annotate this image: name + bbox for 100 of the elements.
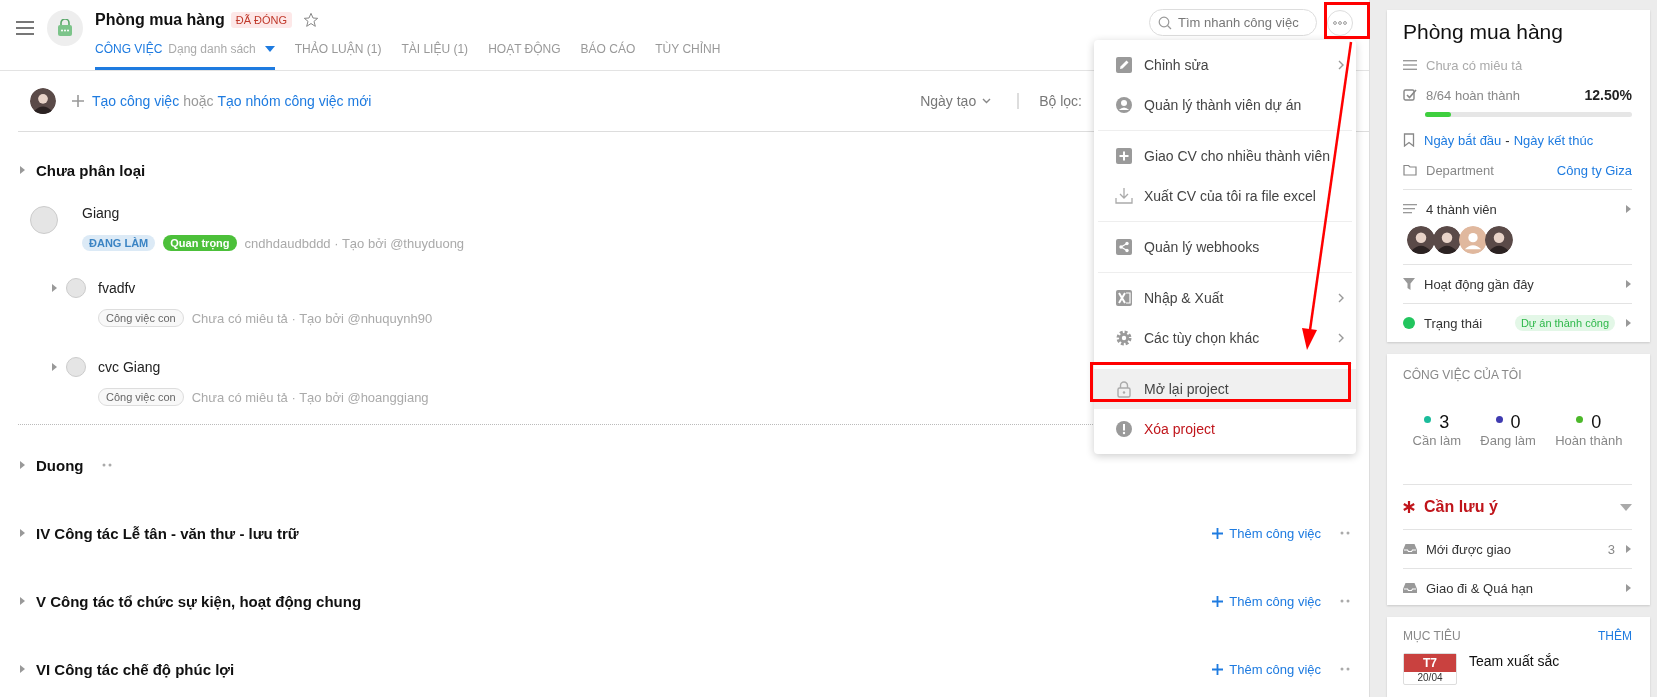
expand-icon[interactable] <box>1624 279 1632 289</box>
add-task-button[interactable]: Thêm công việc <box>1212 661 1321 677</box>
checkbox-icon <box>1403 88 1417 102</box>
add-task-button[interactable]: Thêm công việc <box>1212 525 1321 541</box>
warning-icon <box>1115 420 1133 438</box>
end-date-link[interactable]: Ngày kết thúc <box>1513 132 1594 148</box>
add-icon <box>1115 147 1133 165</box>
task-tag: Công việc con <box>98 388 184 406</box>
list-icon <box>1403 59 1417 71</box>
stat-label: Hoàn thành <box>1555 433 1623 448</box>
stat-count: 3 <box>1439 412 1450 433</box>
avatar-icon <box>1433 226 1461 254</box>
attention-title: Cần lưu ý <box>1424 498 1498 516</box>
calendar-badge: T7 20/04 <box>1403 653 1457 685</box>
expand-icon[interactable] <box>18 596 26 606</box>
goal-title[interactable]: Team xuất sắc <box>1469 653 1560 669</box>
tab[interactable]: CÔNG VIỆC Dạng danh sách <box>95 40 275 70</box>
user-icon <box>1115 96 1133 114</box>
department-link[interactable]: Công ty Giza <box>1556 162 1632 178</box>
more-icon[interactable] <box>1339 667 1351 671</box>
project-title: Phòng mua hàng <box>1403 20 1564 44</box>
chevron-down-icon <box>982 98 992 104</box>
avatar-icon <box>1485 226 1513 254</box>
task-meta: Chưa có miêu tả · Tạo bởi @hoanggiang <box>191 389 429 405</box>
search-field[interactable]: Tìm nhanh công việc <box>1149 9 1317 36</box>
expand-icon[interactable] <box>18 165 26 175</box>
progress-label: 8/64 hoàn thành <box>1426 87 1520 103</box>
sort-dropdown[interactable]: Ngày tạo <box>920 93 992 109</box>
task-filter-label[interactable]: Giao đi & Quá hạn <box>1426 580 1533 596</box>
group-title: VI Công tác chế độ phúc lợi <box>36 660 235 678</box>
task-filter-label[interactable]: Mới được giao <box>1426 541 1511 557</box>
plus-icon <box>1212 595 1224 607</box>
filter-label: Bộ lọc: <box>1039 93 1082 109</box>
recent-activity-label[interactable]: Hoạt động gần đây <box>1424 276 1534 292</box>
plus-icon <box>1212 527 1224 539</box>
task-checkbox[interactable] <box>30 206 58 234</box>
expand-icon[interactable] <box>18 528 26 538</box>
task-checkbox[interactable] <box>66 278 86 298</box>
task-title[interactable]: Giang <box>82 205 120 221</box>
lock-icon <box>1115 380 1133 398</box>
expand-icon[interactable] <box>50 362 58 372</box>
menu-item[interactable]: Giao CV cho nhiều thành viên <box>1094 136 1356 176</box>
group-title: Chưa phân loại <box>36 161 146 179</box>
task-tag: Quan trọng <box>163 235 237 251</box>
filter-icon <box>1403 278 1415 290</box>
avatar-icon <box>1407 226 1435 254</box>
section-title: CÔNG VIỆC CỦA TÔI <box>1403 368 1523 382</box>
chevron-right-icon <box>1336 293 1344 303</box>
more-icon[interactable] <box>1339 599 1351 603</box>
list-icon <box>1403 204 1417 214</box>
section-title: MỤC TIÊU <box>1403 629 1461 643</box>
menu-item[interactable]: Xuất CV của tôi ra file excel <box>1094 176 1356 216</box>
expand-icon[interactable] <box>18 664 26 674</box>
add-goal-link[interactable]: THÊM <box>1598 629 1632 643</box>
status-badge: Dự án thành công <box>1514 315 1615 331</box>
progress-percent: 12.50% <box>1584 87 1632 103</box>
bookmark-icon <box>1403 133 1415 147</box>
menu-item[interactable]: Chỉnh sửa <box>1094 45 1356 85</box>
expand-icon[interactable] <box>1624 318 1632 328</box>
chevron-right-icon <box>1336 333 1344 343</box>
task-meta: cndhdaudbddd · Tạo bởi @thuyduong <box>244 235 465 251</box>
members-label: 4 thành viên <box>1426 201 1497 217</box>
description-text: Chưa có miêu tả <box>1426 57 1523 73</box>
expand-icon[interactable] <box>1624 544 1632 554</box>
task-tag: Công việc con <box>98 309 184 327</box>
group-title: V Công tác tổ chức sự kiện, hoạt động chung <box>36 592 362 610</box>
collapse-icon[interactable] <box>1620 503 1632 511</box>
create-group-link[interactable]: Tạo nhóm công việc mới <box>217 93 372 109</box>
star-icon[interactable] <box>303 12 320 28</box>
task-checkbox[interactable] <box>66 357 86 377</box>
expand-icon[interactable] <box>50 283 58 293</box>
share-icon <box>1115 238 1133 256</box>
create-task-link[interactable]: Tạo công việc <box>92 93 180 109</box>
expand-icon[interactable] <box>18 460 26 470</box>
project-title: Phòng mua hàng <box>95 11 225 29</box>
menu-item[interactable]: Nhập & Xuất <box>1094 278 1356 318</box>
expand-icon[interactable] <box>1624 204 1632 214</box>
more-icon <box>1333 20 1347 25</box>
folder-icon <box>1403 164 1417 176</box>
status-dot <box>1403 317 1415 329</box>
plus-icon <box>1212 663 1224 675</box>
more-icon[interactable] <box>1339 531 1351 535</box>
task-tag: ĐANG LÀM <box>82 235 156 251</box>
date-separator: - <box>1505 132 1510 148</box>
menu-item[interactable]: Quản lý webhooks <box>1094 227 1356 267</box>
bag-icon <box>56 19 74 37</box>
menu-item[interactable]: Xóa project <box>1094 409 1356 449</box>
expand-icon[interactable] <box>1624 583 1632 593</box>
status-badge: ĐÃ ĐÓNG <box>230 12 293 28</box>
task-title[interactable]: cvc Giang <box>98 359 161 375</box>
inbox-icon <box>1403 543 1417 555</box>
add-task-button[interactable]: Thêm công việc <box>1212 593 1321 609</box>
start-date-link[interactable]: Ngày bắt đầu <box>1424 132 1502 148</box>
task-title[interactable]: fvadfv <box>98 280 136 296</box>
or-text: hoặc <box>183 93 214 109</box>
stat-count: 0 <box>1591 412 1602 433</box>
plus-icon <box>72 95 84 107</box>
menu-icon[interactable] <box>16 21 34 35</box>
department-label: Department <box>1426 162 1494 178</box>
menu-item[interactable]: Quản lý thành viên dự án <box>1094 85 1356 125</box>
